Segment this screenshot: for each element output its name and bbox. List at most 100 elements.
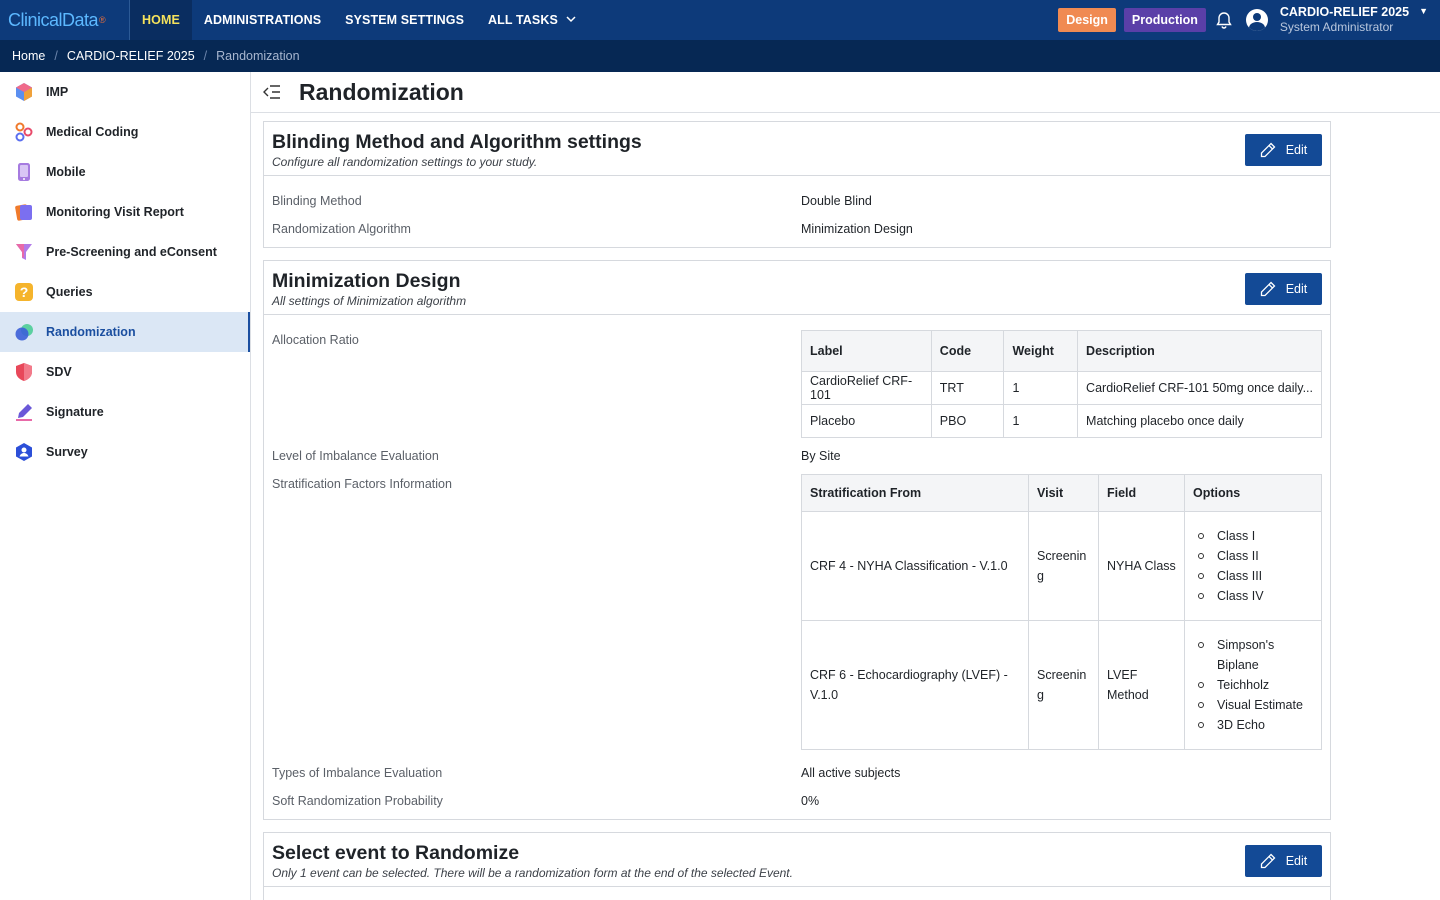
user-study-name: CARDIO-RELIEF 2025 <box>1279 5 1410 19</box>
topbar-right: Design Production CARDIO-RELIEF 2025 Sys… <box>1058 0 1440 40</box>
sidebar-item-monitoring-visit-report[interactable]: Monitoring Visit Report <box>0 192 250 232</box>
sidebar-item-signature[interactable]: Signature <box>0 392 250 432</box>
allocation-ratio-label: Allocation Ratio <box>272 333 359 347</box>
table-header-row: Stratification From Visit Field Options <box>801 474 1322 512</box>
shield-icon <box>13 361 35 383</box>
card-title: Minimization Design <box>272 270 461 292</box>
page-header: Randomization <box>251 72 1440 113</box>
card-subtitle: All settings of Minimization algorithm <box>272 294 467 308</box>
breadcrumb-separator: / <box>54 49 58 63</box>
column-header: Label <box>801 330 932 372</box>
card-title: Select event to Randomize <box>272 842 520 864</box>
randomization-algorithm-label: Randomization Algorithm <box>272 222 411 236</box>
imbalance-level-value: By Site <box>801 449 841 463</box>
list-item: Class IV <box>1193 586 1313 606</box>
table-header-row: Label Code Weight Description <box>801 330 1322 372</box>
select-event-card: Select event to Randomize Only 1 event c… <box>263 832 1331 900</box>
table-row: CRF 6 - Echocardiography (LVEF) - V.1.0 … <box>801 620 1322 750</box>
imbalance-level-label: Level of Imbalance Evaluation <box>272 449 439 463</box>
breadcrumb-study[interactable]: CARDIO-RELIEF 2025 <box>67 49 195 63</box>
bell-icon[interactable] <box>1214 10 1234 30</box>
design-badge[interactable]: Design <box>1058 8 1116 32</box>
svg-text:?: ? <box>20 284 29 300</box>
sidebar-item-pre-screening[interactable]: Pre-Screening and eConsent <box>0 232 250 272</box>
card-subtitle: Configure all randomization settings to … <box>272 155 538 169</box>
sidebar-item-randomization[interactable]: Randomization <box>0 312 250 352</box>
stratification-table: Stratification From Visit Field Options … <box>801 474 1322 750</box>
stratification-label: Stratification Factors Information <box>272 477 452 491</box>
card-header: Minimization Design All settings of Mini… <box>264 261 1330 315</box>
card-header: Blinding Method and Algorithm settings C… <box>264 122 1330 176</box>
nav-all-tasks[interactable]: ALL TASKS <box>476 0 588 40</box>
sidebar-item-imp[interactable]: IMP <box>0 72 250 112</box>
user-role: System Administrator <box>1279 20 1394 34</box>
edit-button[interactable]: Edit <box>1245 845 1322 877</box>
breadcrumb-home[interactable]: Home <box>12 49 45 63</box>
user-avatar-icon[interactable] <box>1245 9 1268 31</box>
pencil-icon <box>1260 853 1276 869</box>
logo-mark: ® <box>99 15 106 25</box>
randomization-icon <box>13 321 35 343</box>
table-cell: Matching placebo once daily <box>1077 404 1322 438</box>
logo[interactable]: ClinicalData ® <box>0 0 130 40</box>
list-item: Class III <box>1193 566 1313 586</box>
column-header: Weight <box>1003 330 1079 372</box>
table-row: Placebo PBO 1 Matching placebo once dail… <box>801 404 1322 438</box>
phone-icon <box>13 161 35 183</box>
sidebar-item-label: Monitoring Visit Report <box>46 205 184 219</box>
edit-button[interactable]: Edit <box>1245 273 1322 305</box>
sidebar-item-label: Mobile <box>46 165 86 179</box>
imbalance-types-label: Types of Imbalance Evaluation <box>272 766 443 780</box>
sidebar-item-mobile[interactable]: Mobile <box>0 152 250 192</box>
sidebar-item-sdv[interactable]: SDV <box>0 352 250 392</box>
imbalance-types-value: All active subjects <box>801 766 901 780</box>
nav-system-settings[interactable]: SYSTEM SETTINGS <box>333 0 476 40</box>
breadcrumb-separator: / <box>203 49 208 63</box>
edit-button[interactable]: Edit <box>1245 134 1322 166</box>
minimization-card: Minimization Design All settings of Mini… <box>263 260 1331 820</box>
table-cell: PBO <box>930 404 1005 438</box>
main-content: Randomization Blinding Method and Algori… <box>251 72 1440 900</box>
sidebar-item-label: Medical Coding <box>46 125 139 139</box>
sidebar-item-survey[interactable]: Survey <box>0 432 250 472</box>
table-row: CRF 4 - NYHA Classification - V.1.0 Scre… <box>801 511 1322 621</box>
table-cell: CRF 6 - Echocardiography (LVEF) - V.1.0 <box>801 620 1029 750</box>
column-header: Options <box>1184 474 1322 512</box>
user-menu[interactable]: CARDIO-RELIEF 2025 System Administrator <box>1280 5 1409 35</box>
sidebar-item-medical-coding[interactable]: Medical Coding <box>0 112 250 152</box>
top-navbar: ClinicalData ® HOME ADMINISTRATIONS SYSTE… <box>0 0 1440 40</box>
table-cell: Screenin g <box>1028 511 1099 621</box>
card-header: Select event to Randomize Only 1 event c… <box>264 833 1330 887</box>
allocation-table: Label Code Weight Description CardioReli… <box>801 330 1322 438</box>
column-header: Stratification From <box>801 474 1029 512</box>
table-cell: TRT <box>930 371 1005 405</box>
nav-administrations[interactable]: ADMINISTRATIONS <box>192 0 333 40</box>
pencil-icon <box>1260 281 1276 297</box>
edit-label: Edit <box>1285 143 1308 157</box>
nav-home[interactable]: HOME <box>130 0 192 40</box>
logo-text: ClinicalData <box>8 9 99 30</box>
sidebar-item-label: Signature <box>46 405 104 419</box>
table-cell: 1 <box>1003 371 1079 405</box>
soft-probability-label: Soft Randomization Probability <box>272 794 443 808</box>
table-cell: CardioRelief CRF-101 50mg once daily... <box>1077 371 1322 405</box>
blinding-card: Blinding Method and Algorithm settings C… <box>263 121 1331 248</box>
list-item: Visual Estimate <box>1193 695 1313 715</box>
page-title: Randomization <box>299 78 464 105</box>
list-item: Class I <box>1193 526 1313 546</box>
question-icon: ? <box>13 281 35 303</box>
funnel-icon <box>13 241 35 263</box>
sidebar-item-label: Randomization <box>46 325 136 339</box>
list-item: Class II <box>1193 546 1313 566</box>
sidebar-item-label: SDV <box>46 365 72 379</box>
caret-down-icon[interactable]: ▼ <box>1419 6 1428 16</box>
production-badge[interactable]: Production <box>1123 8 1206 32</box>
table-cell: LVEF Method <box>1098 620 1185 750</box>
chevron-down-icon <box>566 15 576 26</box>
collapse-menu-icon[interactable] <box>263 83 281 101</box>
sidebar-item-queries[interactable]: ? Queries <box>0 272 250 312</box>
soft-probability-value: 0% <box>801 794 820 808</box>
table-cell: Placebo <box>801 404 932 438</box>
table-cell: NYHA Class <box>1098 511 1185 621</box>
table-cell: Class I Class II Class III Class IV <box>1184 511 1322 621</box>
